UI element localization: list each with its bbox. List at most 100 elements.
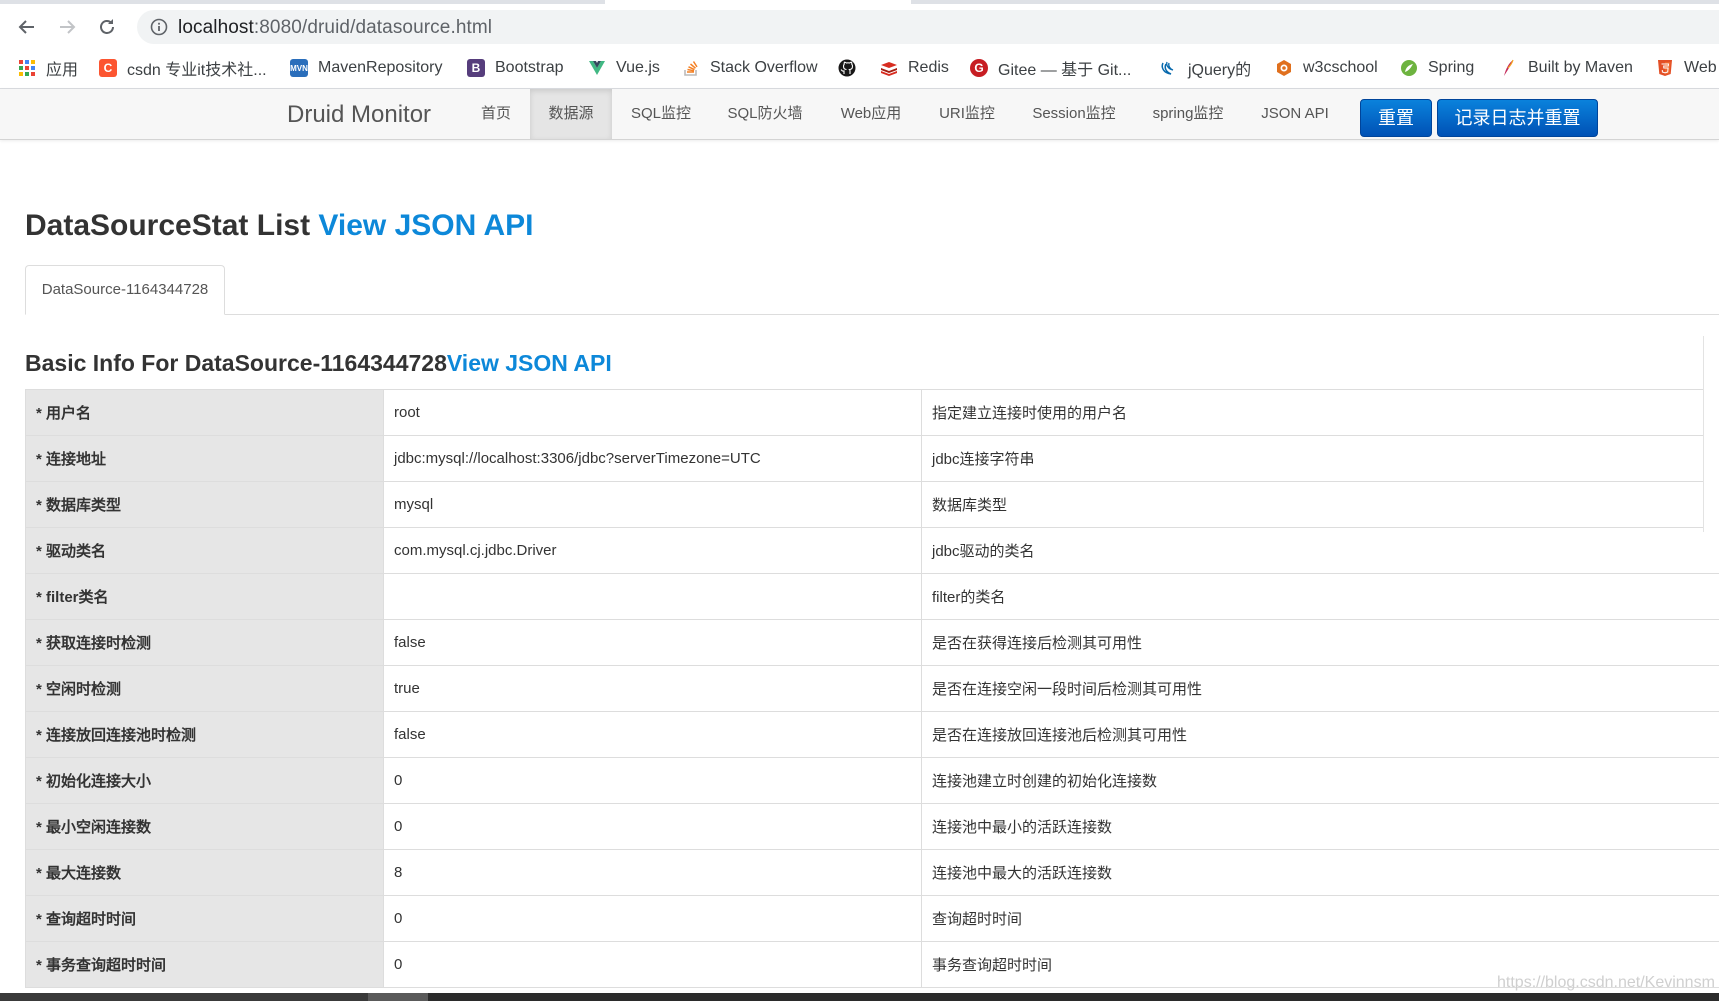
arrow-right-icon [60, 20, 76, 34]
bookmark-csdn[interactable]: C csdn 专业it技术社... [99, 56, 267, 80]
druid-navbar: Druid Monitor 首页 数据源 SQL监控 SQL防火墙 Web应用 … [0, 89, 1719, 140]
table-row: * 数据库类型 mysql 数据库类型 [25, 481, 1719, 528]
bookmark-spring[interactable]: Spring [1400, 56, 1474, 80]
row-key-cell: * 事务查询超时时间 [25, 941, 384, 988]
row-value-cell: jdbc:mysql://localhost:3306/jdbc?serverT… [383, 435, 922, 482]
nav-item-web-app[interactable]: Web应用 [826, 89, 916, 139]
nav-item-uri-monitor[interactable]: URI监控 [926, 89, 1008, 139]
bookmark-label: Spring [1428, 59, 1475, 76]
bookmark-w3cschool[interactable]: w3cschool [1275, 56, 1378, 80]
row-key-cell: * 连接地址 [25, 435, 384, 482]
row-value-cell: 0 [383, 941, 922, 988]
row-desc-cell: jdbc连接字符串 [921, 435, 1719, 482]
row-key-cell: * 获取连接时检测 [25, 619, 384, 666]
row-value-cell [383, 573, 922, 620]
bookmark-label: Gitee — 基于 Git... [998, 62, 1132, 79]
back-button[interactable] [12, 12, 42, 42]
page-title-text: DataSourceStat List [25, 209, 319, 242]
github-icon [838, 59, 856, 77]
apps-grid-icon [19, 60, 35, 76]
row-value-cell: 0 [383, 803, 922, 850]
section-view-json-api-link[interactable]: View JSON API [447, 350, 612, 376]
view-json-api-link[interactable]: View JSON API [318, 209, 533, 242]
row-key-cell: * 最小空闲连接数 [25, 803, 384, 850]
bookmark-bootstrap[interactable]: B Bootstrap [467, 56, 563, 80]
forward-button[interactable] [52, 12, 82, 42]
bookmark-label: csdn 专业it技术社... [127, 62, 267, 79]
redis-icon [881, 62, 897, 76]
row-key-cell: * 连接放回连接池时检测 [25, 711, 384, 758]
basic-info-table: * 用户名 root 指定建立连接时使用的用户名 * 连接地址 jdbc:mysql:/… [25, 389, 1719, 988]
bookmark-apps[interactable]: 应用 [18, 56, 78, 80]
bookmark-built-by-maven[interactable]: Built by Maven [1500, 56, 1633, 80]
nav-item-sql-firewall[interactable]: SQL防火墙 [718, 89, 812, 139]
nav-item-home[interactable]: 首页 [470, 89, 522, 139]
jquery-icon [1161, 61, 1174, 75]
bookmark-mavenrepository[interactable]: MVN MavenRepository [290, 56, 443, 80]
nav-item-sql-monitor[interactable]: SQL监控 [618, 89, 704, 139]
info-icon[interactable] [150, 18, 168, 36]
table-row: * 驱动类名 com.mysql.cj.jdbc.Driver jdbc驱动的类名 [25, 527, 1719, 574]
side-panel-edge [1703, 336, 1719, 532]
row-desc-cell: 连接池建立时创建的初始化连接数 [921, 757, 1719, 804]
table-row: * 获取连接时检测 false 是否在获得连接后检测其可用性 [25, 619, 1719, 666]
row-value-cell: true [383, 665, 922, 712]
row-value-cell: 0 [383, 757, 922, 804]
nav-item-spring-monitor[interactable]: spring监控 [1144, 89, 1232, 139]
bookmark-label: Vue.js [616, 59, 660, 76]
address-bar[interactable]: localhost:8080/druid/datasource.html [137, 10, 1719, 44]
url-host: localhost [178, 17, 254, 38]
bookmark-label: Web [1684, 59, 1717, 76]
row-desc-cell: 连接池中最小的活跃连接数 [921, 803, 1719, 850]
stackoverflow-icon [684, 61, 698, 76]
log-and-reset-button[interactable]: 记录日志并重置 [1437, 99, 1598, 137]
reload-icon [100, 19, 114, 34]
row-desc-cell: 是否在连接空闲一段时间后检测其可用性 [921, 665, 1719, 712]
tab-datasource[interactable]: DataSource-1164344728 [25, 265, 225, 315]
table-row: * 查询超时时间 0 查询超时时间 [25, 895, 1719, 942]
taskbar-segment [368, 993, 428, 1001]
section-title: Basic Info For DataSource-1164344728View… [25, 350, 612, 377]
browser-toolbar: localhost:8080/druid/datasource.html [0, 4, 1719, 48]
row-value-cell: com.mysql.cj.jdbc.Driver [383, 527, 922, 574]
row-value-cell: 8 [383, 849, 922, 896]
nav-item-datasource[interactable]: 数据源 [530, 89, 612, 139]
url-text[interactable]: localhost:8080/druid/datasource.html [178, 17, 492, 39]
bookmark-label: jQuery的 [1188, 62, 1252, 79]
table-row: * 连接地址 jdbc:mysql://localhost:3306/jdbc?s… [25, 435, 1719, 482]
csdn-icon: C [99, 59, 117, 77]
reload-button[interactable] [92, 12, 122, 42]
section-title-text: Basic Info For DataSource-1164344728 [25, 350, 447, 376]
row-value-cell: false [383, 619, 922, 666]
table-row: * 最大连接数 8 连接池中最大的活跃连接数 [25, 849, 1719, 896]
bootstrap-icon: B [467, 59, 485, 77]
bookmark-redis[interactable]: Redis [880, 56, 949, 80]
row-value-cell: false [383, 711, 922, 758]
bookmark-web[interactable]: Web [1656, 56, 1717, 80]
row-desc-cell: 是否在获得连接后检测其可用性 [921, 619, 1719, 666]
row-key-cell: * 数据库类型 [25, 481, 384, 528]
spring-icon [1401, 60, 1417, 76]
table-row: * 用户名 root 指定建立连接时使用的用户名 [25, 389, 1719, 436]
bookmark-label: MavenRepository [318, 59, 443, 76]
url-path: :8080/druid/datasource.html [253, 17, 493, 38]
bookmark-label: 应用 [46, 62, 79, 79]
nav-item-json-api[interactable]: JSON API [1250, 89, 1340, 139]
bookmark-github[interactable] [838, 56, 866, 80]
gitee-icon: G [970, 59, 988, 77]
bookmark-label: Stack Overflow [710, 59, 818, 76]
reset-button[interactable]: 重置 [1360, 99, 1432, 137]
bookmark-jquery[interactable]: jQuery的 [1160, 56, 1251, 80]
html5-icon [1658, 60, 1672, 76]
nav-item-session-monitor[interactable]: Session监控 [1024, 89, 1124, 139]
brand-title[interactable]: Druid Monitor [287, 101, 431, 129]
table-row: * 空闲时检测 true 是否在连接空闲一段时间后检测其可用性 [25, 665, 1719, 712]
row-value-cell: 0 [383, 895, 922, 942]
bookmark-stackoverflow[interactable]: Stack Overflow [682, 56, 818, 80]
watermark: https://blog.csdn.net/Kevinnsm [1497, 974, 1715, 991]
bookmark-vuejs[interactable]: Vue.js [588, 56, 660, 80]
bookmark-gitee[interactable]: G Gitee — 基于 Git... [970, 56, 1131, 80]
bookmark-label: Redis [908, 59, 949, 76]
row-key-cell: * 最大连接数 [25, 849, 384, 896]
row-value-cell: mysql [383, 481, 922, 528]
